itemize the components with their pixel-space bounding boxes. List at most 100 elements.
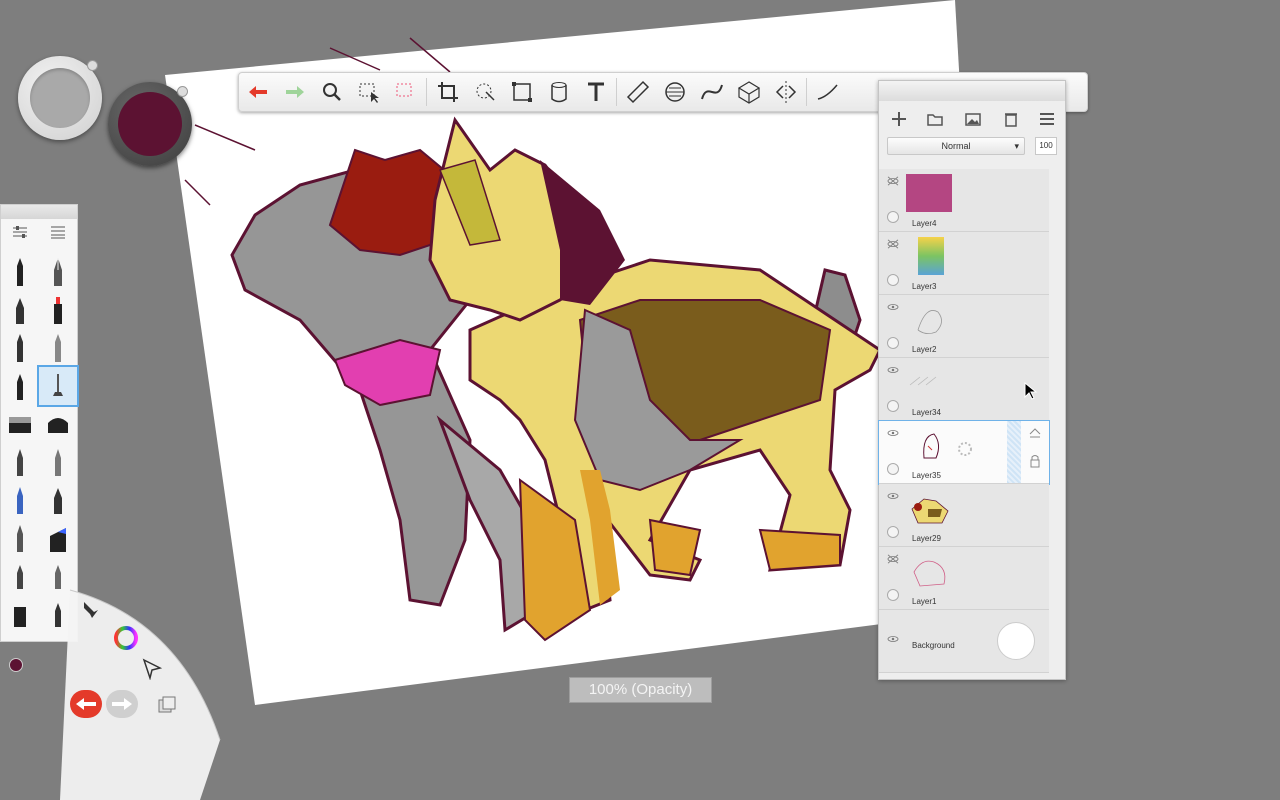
hidden-layer-icon[interactable] [886,554,900,564]
redo-icon[interactable] [276,74,313,110]
eye-icon[interactable] [886,365,900,375]
selection-arrow-icon[interactable] [140,656,164,681]
layer-select-radio[interactable] [887,337,899,349]
add-image-icon[interactable] [963,109,983,129]
gradient-fill-brush[interactable] [1,405,39,443]
background-color-swatch[interactable] [997,622,1035,660]
layer-thumbnail [906,300,954,340]
layer-select-radio[interactable] [887,463,899,475]
technical-pen-brush[interactable] [39,253,77,291]
blue-pen-brush[interactable] [1,481,39,519]
airbrush-brush[interactable] [37,365,79,407]
paintbrush-brush[interactable] [1,443,39,481]
text-icon[interactable] [577,74,614,110]
layer-row[interactable]: Layer3 [879,232,1049,295]
layer-row[interactable]: Layer2 [879,295,1049,358]
undo-icon[interactable] [239,74,276,110]
current-color-dot [9,658,23,672]
pencil-brush[interactable] [1,253,39,291]
layer-select-radio[interactable] [887,526,899,538]
layer-row[interactable]: Layer4 [879,169,1049,232]
blend-mode-label: Normal [941,141,971,151]
layer-thumbnail [906,237,954,277]
felt-marker-brush[interactable] [39,291,77,329]
lagoon-menu[interactable] [60,560,300,800]
layer-select-radio[interactable] [887,274,899,286]
ellipse-guide-icon[interactable] [656,74,693,110]
eye-icon[interactable] [886,428,900,438]
layer-thumbnail [906,363,954,403]
blue-marker-brush[interactable] [39,519,77,557]
lagoon-redo-icon[interactable] [106,690,138,718]
layer-row-background[interactable]: Background [879,610,1049,673]
blend-mode-dropdown[interactable]: Normal ▾ [887,137,1025,155]
layer-name: Layer1 [912,597,937,606]
trash-icon[interactable] [1001,109,1021,129]
fine-liner-brush[interactable] [39,329,77,367]
move-layer-icon[interactable] [1027,427,1043,443]
hidden-layer-icon[interactable] [886,239,900,249]
eye-icon[interactable] [886,634,900,644]
lasso-select-icon[interactable] [466,74,503,110]
french-curve-icon[interactable] [693,74,730,110]
hidden-layer-icon[interactable] [886,176,900,186]
brush-tool-icon[interactable] [80,598,102,620]
transform-icon[interactable] [503,74,540,110]
add-layer-icon[interactable] [889,109,909,129]
inking-pen-brush[interactable] [1,367,39,405]
opacity-hud: 100% (Opacity) [569,677,712,703]
layer-row[interactable]: Layer29 [879,484,1049,547]
layer-menu-icon[interactable] [1037,109,1057,129]
eraser-brush[interactable] [39,405,77,443]
brush-properties-icon[interactable] [1,225,39,244]
layer-name: Layer34 [912,408,941,417]
layer-list: Layer4 Layer3 Layer2 Layer34 Layer35 Lay… [878,169,1065,673]
layer-editor: Normal ▾ 100 Layer4 Layer3 Layer2 Layer3… [878,80,1066,680]
layer-row[interactable]: Layer1 [879,547,1049,610]
brush-palette-grip[interactable] [1,205,77,219]
loading-spinner-icon [957,441,973,457]
layer-select-radio[interactable] [887,400,899,412]
layer-name: Layer2 [912,345,937,354]
add-group-icon[interactable] [925,109,945,129]
layer-row-selected[interactable]: Layer35 [878,420,1050,485]
soft-brush[interactable] [1,557,39,595]
crop-icon[interactable] [429,74,466,110]
eye-icon[interactable] [886,491,900,501]
secondary-color-puck[interactable] [18,56,102,140]
zoom-icon[interactable] [313,74,350,110]
layer-thumbnail [906,489,954,529]
layer-select-radio[interactable] [887,211,899,223]
opacity-field[interactable]: 100 [1035,137,1057,155]
layer-name: Layer35 [912,471,941,480]
mouse-cursor-icon [1024,381,1038,400]
charcoal-brush[interactable] [39,443,77,481]
fill-bucket-icon[interactable] [540,74,577,110]
layer-thumbnail [906,552,954,592]
ballpoint-brush[interactable] [1,329,39,367]
color-editor-icon[interactable] [114,626,138,650]
brush-library-icon[interactable] [39,225,77,244]
ruler-icon[interactable] [619,74,656,110]
layer-thumbnail [906,174,954,214]
eye-icon[interactable] [886,302,900,312]
wide-marker-brush[interactable] [39,481,77,519]
layer-editor-grip[interactable] [879,81,1065,101]
flat-brush[interactable] [1,595,39,633]
layer-name: Background [912,641,955,650]
stroke-tool-icon[interactable] [809,74,846,110]
primary-color-puck[interactable] [108,82,192,166]
symmetry-icon[interactable] [767,74,804,110]
selection-icon[interactable] [350,74,387,110]
chevron-down-icon: ▾ [1014,141,1019,151]
layer-name: Layer3 [912,282,937,291]
crayon-brush[interactable] [1,519,39,557]
layer-opacity-slider[interactable] [1007,421,1021,483]
perspective-icon[interactable] [730,74,767,110]
layer-select-radio[interactable] [887,589,899,601]
marker-brush[interactable] [1,291,39,329]
layers-toggle-icon[interactable] [156,694,178,716]
lock-layer-icon[interactable] [1027,453,1043,469]
magic-wand-selection-icon[interactable] [387,74,424,110]
lagoon-undo-icon[interactable] [70,690,102,718]
